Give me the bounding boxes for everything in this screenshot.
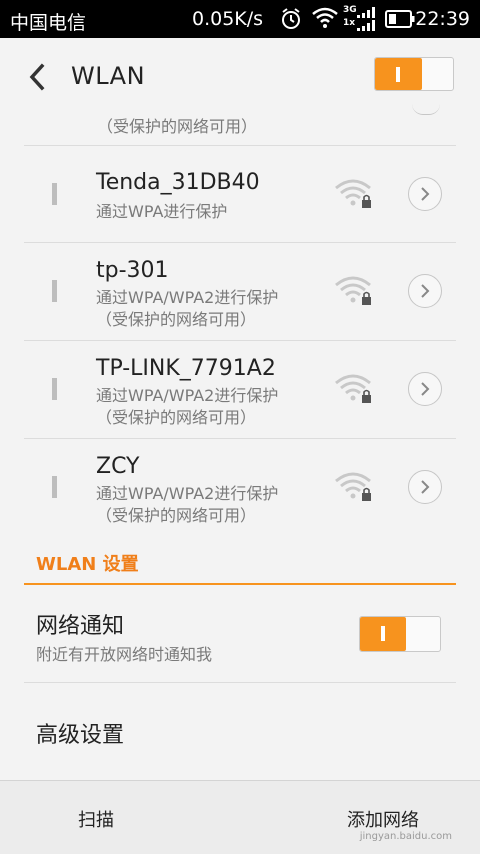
network-ssid: tp-301: [96, 258, 169, 283]
network-security: 通过WPA/WPA2进行保护: [96, 386, 279, 405]
wlan-toggle[interactable]: [374, 57, 454, 91]
page-title: WLAN: [71, 62, 146, 90]
network-security: 通过WPA/WPA2进行保护: [96, 288, 279, 307]
wifi-locked-icon: [335, 374, 371, 403]
network-details-button[interactable]: [408, 274, 442, 308]
network-notify-toggle[interactable]: [359, 616, 441, 652]
chevron-right-icon: [421, 480, 430, 494]
network-extra: （受保护的网络可用）: [96, 408, 257, 427]
battery-icon: [385, 10, 415, 28]
network-details-button[interactable]: [408, 372, 442, 406]
section-divider: [24, 583, 456, 585]
network-ssid: Tenda_31DB40: [96, 170, 260, 195]
bottom-bar: 扫描 添加网络 jingyan.baidu.com: [0, 780, 480, 854]
cellular-signal-icon: 3G 1x: [343, 5, 379, 33]
signal-bar: [52, 183, 57, 205]
network-ssid: ZCY: [96, 454, 140, 479]
network-extra: （受保护的网络可用）: [96, 310, 257, 329]
toggle-on-indicator: [375, 58, 422, 90]
chevron-right-icon: [421, 187, 430, 201]
add-network-button[interactable]: 添加网络: [347, 806, 419, 832]
network-type-top: 3G: [343, 5, 357, 15]
wifi-locked-icon: [335, 472, 371, 501]
partial-network-sub: （受保护的网络可用）: [97, 117, 258, 136]
signal-bar: [52, 280, 57, 302]
network-notify-row[interactable]: 网络通知 附近有开放网络时通知我: [0, 586, 480, 682]
network-item-zcy[interactable]: ZCY 通过WPA/WPA2进行保护 （受保护的网络可用）: [0, 439, 480, 536]
clock: 22:39: [415, 8, 470, 30]
advanced-settings-row[interactable]: 高级设置: [0, 683, 480, 779]
scan-button[interactable]: 扫描: [78, 806, 114, 832]
toggle-on-indicator: [360, 617, 406, 651]
chevron-right-icon: [421, 284, 430, 298]
section-header-wlan-settings: WLAN 设置: [36, 554, 139, 575]
alarm-icon: [282, 8, 300, 29]
network-item-tenda[interactable]: Tenda_31DB40 通过WPA进行保护: [0, 146, 480, 243]
wifi-locked-icon: [335, 276, 371, 305]
carrier-label: 中国电信: [10, 12, 87, 34]
wifi-status-icon: [312, 7, 338, 28]
wifi-locked-icon: [335, 179, 371, 208]
network-extra: （受保护的网络可用）: [96, 506, 257, 525]
network-ssid: TP-LINK_7791A2: [96, 356, 276, 381]
status-bar: 中国电信 0.05K/s 3G 1x 22:39: [0, 0, 480, 38]
network-notify-title: 网络通知: [36, 614, 125, 639]
network-security: 通过WPA/WPA2进行保护: [96, 484, 279, 503]
action-bar: WLAN: [0, 38, 480, 116]
signal-bar: [52, 378, 57, 400]
watermark: jingyan.baidu.com: [359, 831, 452, 842]
network-notify-sub: 附近有开放网络时通知我: [36, 645, 213, 664]
network-item-tp-301[interactable]: tp-301 通过WPA/WPA2进行保护 （受保护的网络可用）: [0, 243, 480, 340]
signal-bar: [52, 476, 57, 498]
advanced-settings-title: 高级设置: [36, 723, 125, 748]
network-type-bottom: 1x: [343, 18, 356, 28]
network-speed: 0.05K/s: [192, 8, 264, 30]
network-security: 通过WPA进行保护: [96, 202, 228, 221]
network-details-button[interactable]: [408, 177, 442, 211]
network-item-tp-link[interactable]: TP-LINK_7791A2 通过WPA/WPA2进行保护 （受保护的网络可用）: [0, 341, 480, 438]
network-details-button[interactable]: [408, 470, 442, 504]
chevron-right-icon: [421, 382, 430, 396]
back-arrow-icon[interactable]: [24, 60, 52, 94]
